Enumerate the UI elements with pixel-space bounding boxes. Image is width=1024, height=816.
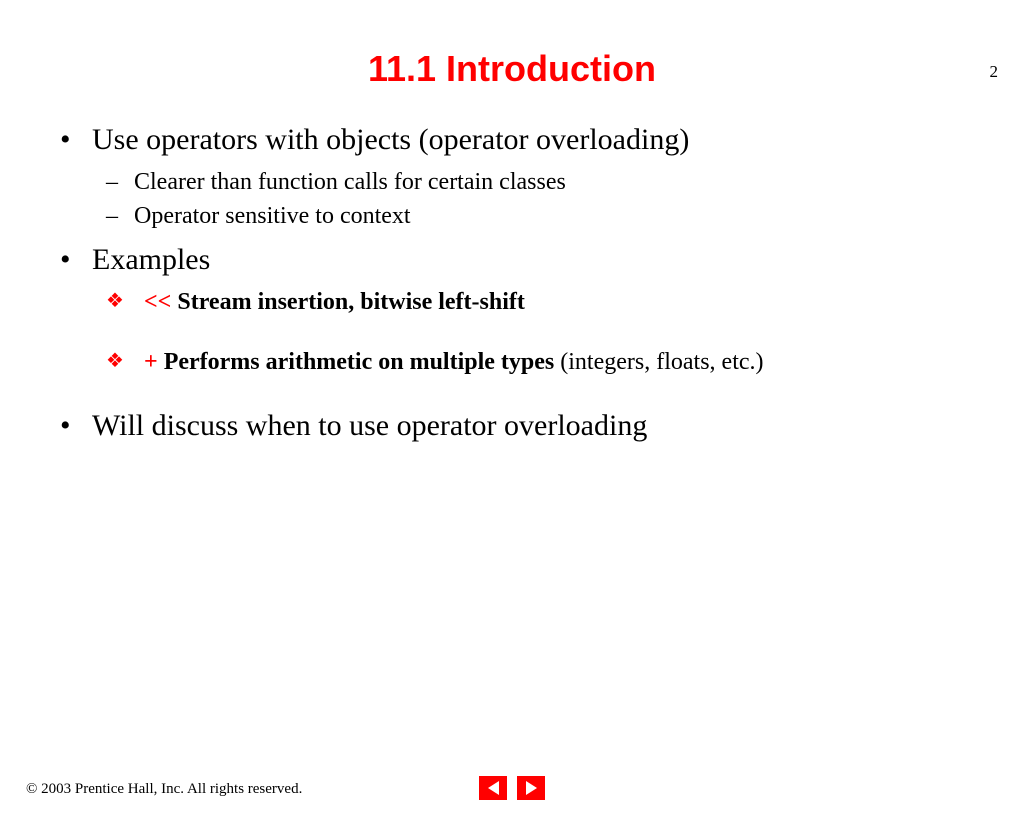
slide-content: Use operators with objects (operator ove… bbox=[50, 120, 974, 447]
nav-controls bbox=[479, 776, 545, 800]
bullet-1-sub-2: Operator sensitive to context bbox=[92, 199, 974, 234]
bullet-3: Will discuss when to use operator overlo… bbox=[50, 406, 974, 447]
operator-plus: + bbox=[144, 349, 158, 375]
prev-button[interactable] bbox=[479, 776, 507, 800]
example-2-bold: Performs arithmetic on multiple types bbox=[158, 349, 555, 375]
bullet-1-sub-1: Clearer than function calls for certain … bbox=[92, 165, 974, 200]
bullet-1: Use operators with objects (operator ove… bbox=[50, 120, 974, 234]
bullet-1-text: Use operators with objects (operator ove… bbox=[92, 123, 689, 156]
example-1-text: Stream insertion, bitwise left-shift bbox=[171, 289, 525, 315]
next-button[interactable] bbox=[517, 776, 545, 800]
triangle-right-icon bbox=[526, 781, 537, 795]
bullet-2-example-1: << Stream insertion, bitwise left-shift bbox=[92, 285, 974, 320]
bullet-2: Examples << Stream insertion, bitwise le… bbox=[50, 240, 974, 380]
bullet-2-example-2: + Performs arithmetic on multiple types … bbox=[92, 345, 974, 380]
slide-title: 11.1 Introduction bbox=[0, 48, 1024, 90]
triangle-left-icon bbox=[488, 781, 499, 795]
page-number: 2 bbox=[990, 62, 999, 82]
copyright-footer: © 2003 Prentice Hall, Inc. All rights re… bbox=[26, 781, 302, 798]
bullet-2-text: Examples bbox=[92, 243, 210, 276]
example-2-rest: (integers, floats, etc.) bbox=[554, 349, 763, 375]
operator-left-shift: << bbox=[144, 289, 171, 315]
